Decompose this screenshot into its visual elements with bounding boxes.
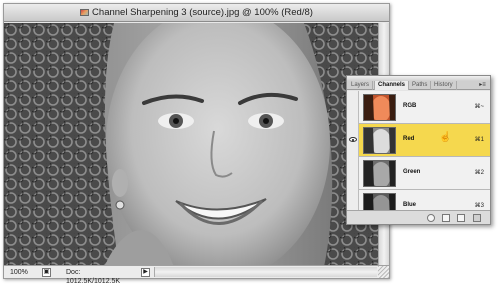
document-size-info: Doc: 1012.5K/1012.5K: [66, 269, 121, 285]
channel-name-green: Green: [403, 169, 421, 175]
channel-shortcut-green: ⌘2: [474, 170, 484, 176]
channel-row-green[interactable]: Green ⌘2: [347, 157, 490, 190]
status-menu-arrow-icon[interactable]: ▶: [141, 268, 150, 277]
new-channel-icon[interactable]: [457, 214, 465, 222]
portrait-image: [4, 23, 379, 267]
channel-shortcut-rgb: ⌘~: [474, 104, 484, 110]
channels-palette: Layers Channels Paths History ▸≡ RGB ⌘~ …: [346, 75, 491, 225]
channel-thumbnail-rgb: [363, 94, 396, 121]
horizontal-scrollbar[interactable]: [154, 267, 377, 277]
channel-row-red[interactable]: Red ⌘1 ☝: [347, 124, 490, 157]
channel-name-rgb: RGB: [403, 103, 417, 109]
visibility-toggle[interactable]: [347, 157, 359, 190]
tab-history[interactable]: History: [431, 81, 457, 90]
resize-grip[interactable]: [378, 266, 389, 278]
channel-thumbnail-green: [363, 160, 396, 187]
document-titlebar[interactable]: Channel Sharpening 3 (source).jpg @ 100%…: [4, 4, 389, 22]
hand-cursor-icon: ☝: [439, 132, 452, 143]
status-bar: 100% ▣ Doc: 1012.5K/1012.5K ▶: [4, 265, 389, 285]
zoom-field[interactable]: 100%: [8, 268, 38, 277]
channel-name-blue: Blue: [403, 202, 417, 208]
document-title-wrap: Channel Sharpening 3 (source).jpg @ 100%…: [4, 7, 389, 18]
status-options-icon[interactable]: ▣: [42, 268, 51, 277]
channel-shortcut-red: ⌘1: [474, 137, 484, 143]
load-selection-icon[interactable]: [427, 214, 435, 222]
eye-icon: [349, 137, 357, 142]
save-selection-icon[interactable]: [442, 214, 450, 222]
palette-menu-icon[interactable]: ▸≡: [478, 82, 487, 89]
palette-footer: [347, 210, 490, 224]
visibility-toggle[interactable]: [347, 91, 359, 124]
tab-paths[interactable]: Paths: [409, 81, 432, 90]
tab-channels[interactable]: Channels: [374, 81, 410, 90]
thumbnail-green-image: [364, 161, 395, 186]
thumbnail-rgb-image: [364, 95, 395, 120]
visibility-toggle[interactable]: [347, 124, 359, 157]
trash-icon[interactable]: [473, 214, 481, 222]
document-window: Channel Sharpening 3 (source).jpg @ 100%…: [3, 3, 390, 285]
tab-layers[interactable]: Layers: [348, 81, 374, 90]
channel-thumbnail-red: [363, 127, 396, 154]
document-title: Channel Sharpening 3 (source).jpg @ 100%…: [92, 7, 313, 18]
thumbnail-red-image: [364, 128, 395, 153]
channel-shortcut-blue: ⌘3: [474, 203, 484, 209]
palette-tabs: Layers Channels Paths History ▸≡: [347, 81, 490, 90]
channel-row-rgb[interactable]: RGB ⌘~: [347, 91, 490, 124]
channel-name-red: Red: [403, 136, 415, 142]
image-canvas[interactable]: [4, 23, 379, 267]
document-file-icon: [80, 9, 90, 16]
